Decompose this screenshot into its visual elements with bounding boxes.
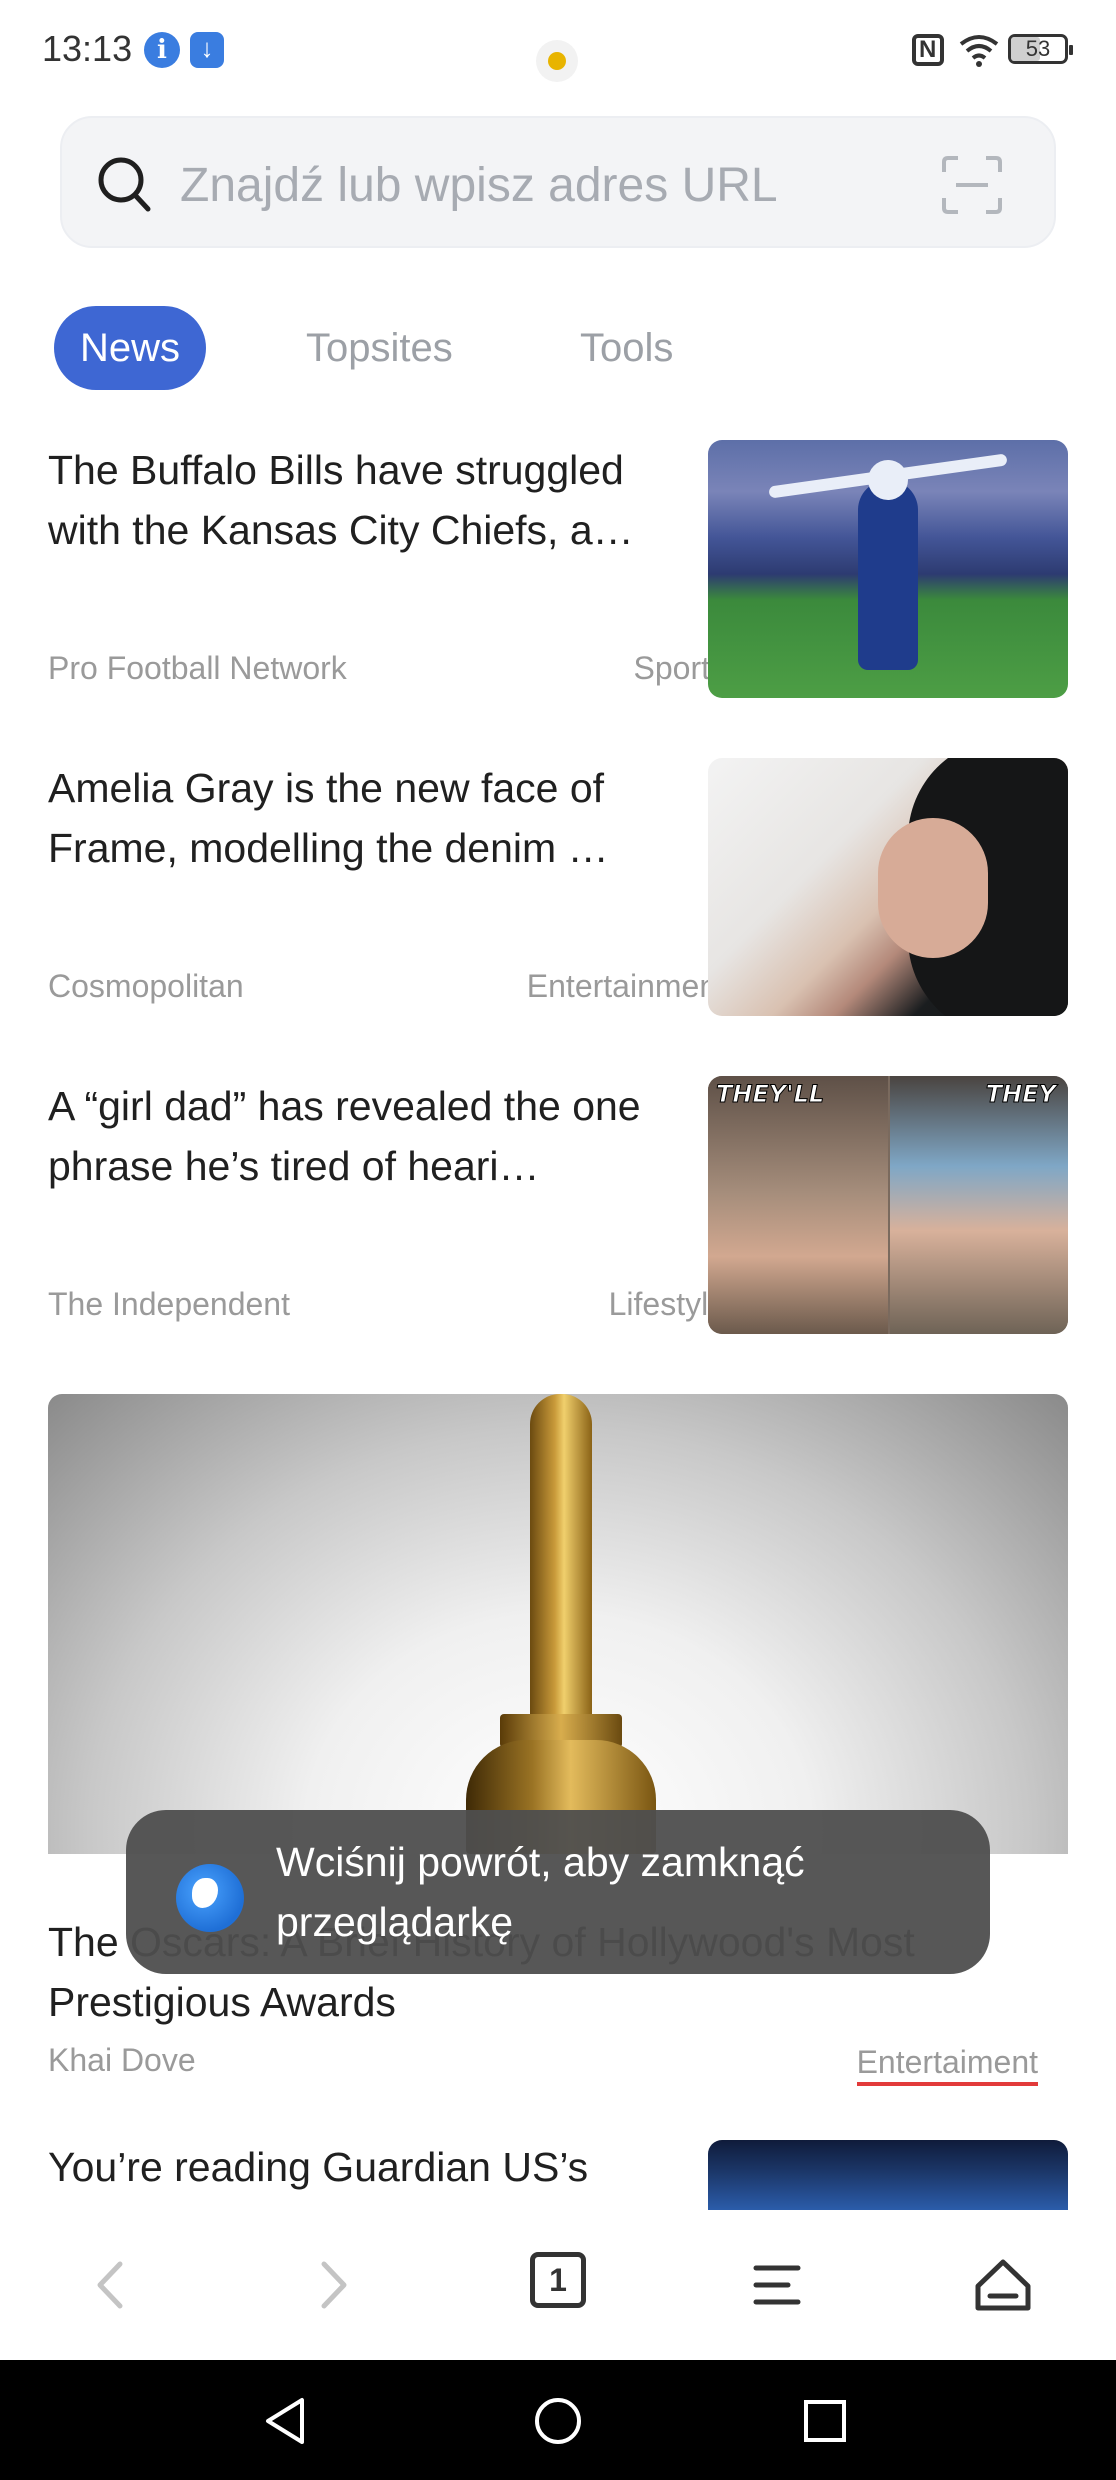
forward-icon[interactable]	[298, 2250, 368, 2320]
system-back-icon[interactable]	[252, 2386, 322, 2456]
home-icon[interactable]	[968, 2250, 1038, 2320]
article-source: Cosmopolitan	[48, 968, 244, 1004]
system-home-icon[interactable]	[523, 2386, 593, 2456]
article-title[interactable]: The Buffalo Bills have struggled with th…	[48, 440, 654, 560]
toast-message: Wciśnij powrót, aby zamknąć przeglądarkę	[276, 1839, 805, 1945]
article-title[interactable]: A “girl dad” has revealed the one phrase…	[48, 1076, 654, 1196]
menu-icon[interactable]	[742, 2250, 812, 2320]
tabs-button[interactable]: 1	[530, 2252, 586, 2308]
search-bar[interactable]: Znajdź lub wpisz adres URL	[60, 116, 1056, 248]
system-recents-icon[interactable]	[790, 2386, 860, 2456]
featured-source: Khai Dove	[48, 2042, 196, 2078]
news-item[interactable]: Amelia Gray is the new face of Frame, mo…	[48, 758, 1068, 1018]
article-title[interactable]: You’re reading Guardian US’s	[48, 2144, 588, 2191]
battery-percent: 53	[1025, 36, 1051, 61]
info-notification-icon	[144, 32, 180, 68]
feed-tabs: News Topsites Tools	[54, 306, 1054, 390]
article-category: Entertainment	[526, 968, 726, 1004]
tab-tools[interactable]: Tools	[580, 306, 673, 390]
article-category: Sports	[633, 650, 726, 686]
nfc-icon	[912, 34, 944, 66]
brightness-icon	[536, 40, 578, 82]
status-time: 13:13	[42, 28, 133, 69]
featured-category: Entertaiment	[856, 2042, 1038, 2086]
wifi-icon	[959, 35, 999, 67]
article-thumbnail[interactable]	[708, 440, 1068, 698]
exit-toast: Wciśnij powrót, aby zamknąć przeglądarkę	[126, 1810, 990, 1974]
tab-news[interactable]: News	[54, 306, 207, 390]
article-category: Lifestyle	[608, 1286, 726, 1322]
system-nav-bar	[0, 2360, 1116, 2480]
scan-icon[interactable]	[942, 156, 1002, 214]
battery-icon: 53	[1008, 34, 1073, 64]
tab-topsites[interactable]: Topsites	[306, 306, 453, 390]
status-bar: 13:13 53	[0, 0, 1116, 100]
news-item[interactable]: A “girl dad” has revealed the one phrase…	[48, 1076, 1068, 1336]
news-item[interactable]: You’re reading Guardian US’s	[48, 2140, 1068, 2210]
article-thumbnail[interactable]: THEY'LL THEY	[708, 1076, 1068, 1334]
featured-image[interactable]	[48, 1394, 1068, 1854]
article-source: The Independent	[48, 1286, 290, 1322]
search-icon	[98, 157, 151, 212]
news-item[interactable]: The Buffalo Bills have struggled with th…	[48, 440, 1068, 700]
thumbnail-caption: THEY	[985, 1080, 1056, 1109]
globe-icon	[176, 1864, 244, 1932]
article-thumbnail[interactable]	[708, 2140, 1068, 2210]
thumbnail-caption: THEY'LL	[715, 1080, 825, 1109]
download-notification-icon	[190, 32, 224, 68]
article-source: Pro Football Network	[48, 650, 347, 686]
article-title[interactable]: Amelia Gray is the new face of Frame, mo…	[48, 758, 654, 878]
article-thumbnail[interactable]	[708, 758, 1068, 1016]
browser-toolbar: 1	[0, 2210, 1116, 2360]
search-input[interactable]: Znajdź lub wpisz adres URL	[180, 158, 778, 213]
back-icon[interactable]	[76, 2250, 146, 2320]
